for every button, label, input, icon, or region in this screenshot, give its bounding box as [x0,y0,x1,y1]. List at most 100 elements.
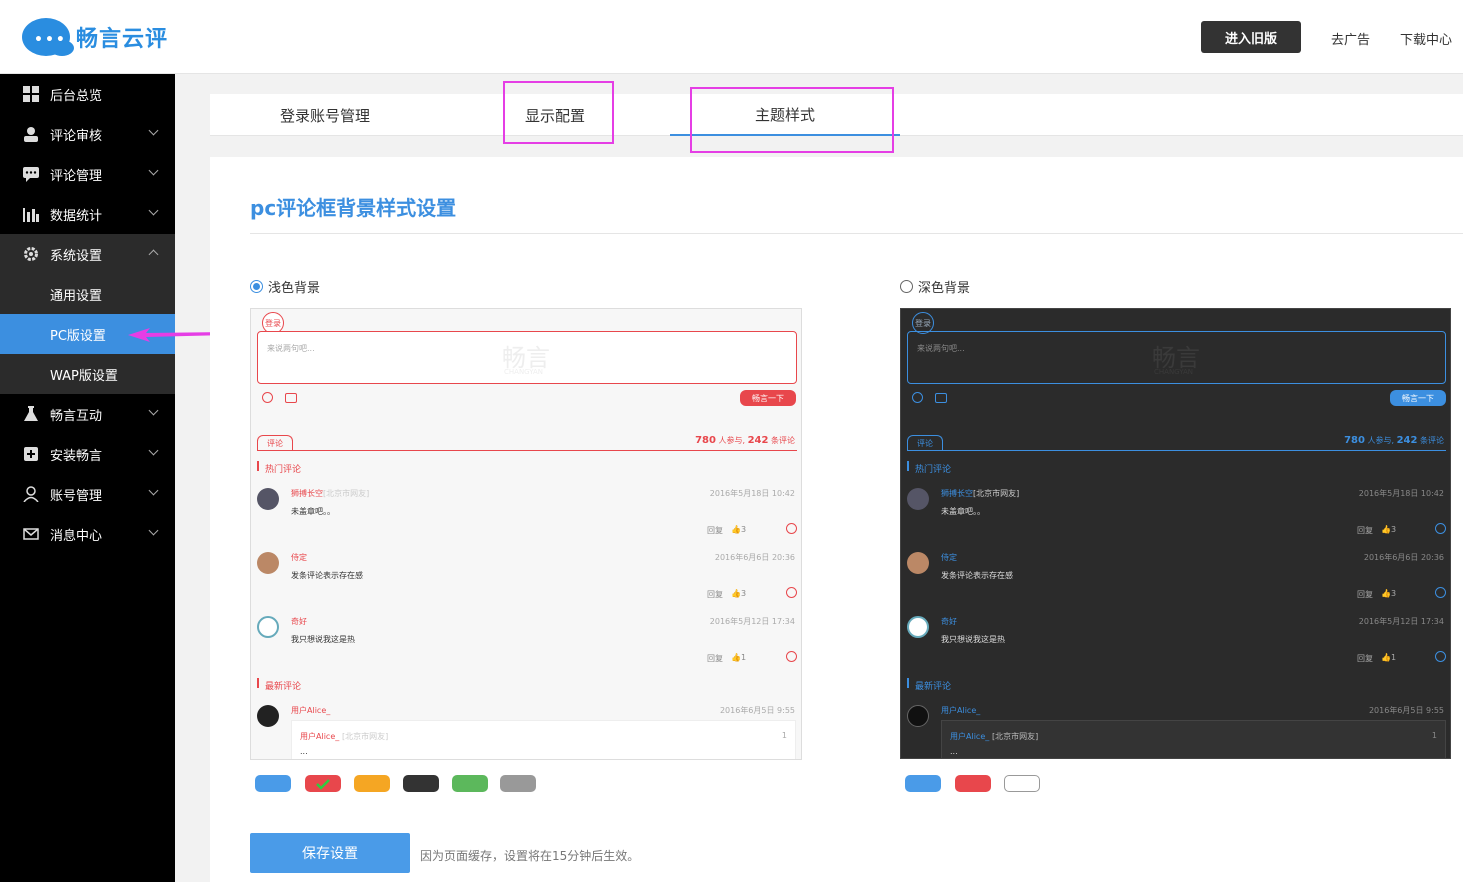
section-bar [907,461,909,471]
sidebar-item-label: 账号管理 [50,488,103,504]
swatch-blue[interactable] [905,775,941,792]
swatch-blue[interactable] [255,775,291,792]
radio-checked-icon [250,280,263,293]
sidebar-subitem-general[interactable]: 通用设置 [0,274,175,314]
divider [907,450,1446,451]
sidebar-item-review[interactable]: 评论审核 [0,114,175,154]
swatch-black[interactable] [403,775,439,792]
comment-time: 2016年5月18日 10:42 [1358,489,1444,498]
section-bar [907,678,909,688]
comment-location: [北京市网友] [973,489,1020,498]
avatar [257,616,279,638]
remove-ads-link[interactable]: 去广告 [1331,29,1370,48]
swatch-white[interactable] [1004,775,1040,792]
download-center-link[interactable]: 下载中心 [1400,29,1452,48]
logo-text: 畅言云评 [76,27,169,52]
avatar [907,705,929,727]
mail-icon [22,525,40,543]
share-icon [786,587,797,598]
comment-tab: 评论 [907,435,943,451]
avatar [257,705,279,727]
comment-textbox: 来说两句吧... 畅言 CHANGYAN [257,331,797,384]
sidebar-item-label: 后台总览 [50,88,103,104]
reply-number: 1 [1431,731,1437,740]
stats-text: 780 人参与, 242 条评论 [1344,435,1444,446]
user-icon [22,125,40,143]
like-count: 👍3 [1381,589,1397,598]
top-header: ••• 畅言云评 进入旧版 去广告 下载中心 [0,0,1463,74]
placeholder-text: 来说两句吧... [917,344,965,353]
sidebar-item-stats[interactable]: 数据统计 [0,194,175,234]
reply-action: 回复 [1357,590,1373,599]
check-icon [316,778,330,790]
login-text: 登录 [265,318,281,328]
reply-action: 回复 [1357,526,1373,535]
reply-number: 1 [781,731,787,740]
panel-title: pc评论框背景样式设置 [250,196,457,220]
swatch-orange[interactable] [354,775,390,792]
chevron-up-icon [148,249,159,260]
login-text: 登录 [915,318,931,328]
comment-user: 用户Alice_ [291,706,331,715]
swatch-green[interactable] [452,775,488,792]
image-icon [285,393,297,403]
sidebar: 后台总览 评论审核 评论管理 数据统计 系统设置 通用设置 PC版设置 WAP版… [0,74,175,882]
like-value: 3 [1390,589,1397,598]
gear-icon [22,245,40,263]
radio-unchecked-icon [900,280,913,293]
like-count: 👍3 [731,589,747,598]
enter-old-version-button[interactable]: 进入旧版 [1201,21,1301,53]
light-background-radio[interactable]: 浅色背景 [250,277,320,296]
submit-button: 畅言一下 [1390,390,1446,406]
swatch-gray[interactable] [500,775,536,792]
like-value: 1 [1390,653,1397,662]
share-icon [786,523,797,534]
changyan-logo[interactable]: ••• 畅言云评 [22,18,168,56]
sidebar-item-interaction[interactable]: 畅言互动 [0,394,175,434]
install-icon [22,445,40,463]
watermark-sub: CHANGYAN [504,368,544,376]
comment-time: 2016年6月6日 20:36 [1363,553,1444,562]
comment-text: 未盖章吧。。 [941,507,985,516]
sidebar-item-account[interactable]: 账号管理 [0,474,175,514]
section-bar [257,678,259,688]
image-icon [935,393,947,403]
sidebar-item-label: 评论管理 [50,168,103,184]
comment-text: 我只想说我这是热 [941,635,1005,644]
reply-box: 用户Alice_ [北京市网友] 1 ... [291,720,796,759]
comment-time: 2016年5月18日 10:42 [709,489,795,498]
sidebar-item-label: 评论审核 [50,128,103,144]
save-settings-button[interactable]: 保存设置 [250,833,410,873]
logo-dots: ••• [34,32,67,48]
comment-user: 侍定 [291,553,307,562]
comment-text: 发条评论表示存在感 [941,571,1013,580]
stats-label: 条评论 [771,436,795,445]
reply-user: 用户Alice_ [950,732,990,741]
chevron-down-icon [148,165,159,176]
dark-background-radio[interactable]: 深色背景 [900,277,970,296]
sidebar-item-overview[interactable]: 后台总览 [0,74,175,114]
participants-count: 780 [1344,435,1365,446]
sidebar-item-install[interactable]: 安装畅言 [0,434,175,474]
swatch-red[interactable] [305,775,341,792]
sidebar-item-comments[interactable]: 评论管理 [0,154,175,194]
comment-user: 用户Alice_ [941,706,981,715]
tab-login-account[interactable]: 登录账号管理 [210,94,440,136]
swatch-red[interactable] [955,775,991,792]
radio-label: 浅色背景 [268,281,321,296]
like-value: 3 [740,589,747,598]
bar-chart-icon [22,205,40,223]
share-icon [786,651,797,662]
chevron-down-icon [148,125,159,136]
reply-location: [北京市网友] [342,732,389,741]
comment-user: 奇好 [291,617,307,626]
submit-button: 畅言一下 [740,390,796,406]
like-value: 3 [1390,525,1397,534]
sidebar-item-messages[interactable]: 消息中心 [0,514,175,554]
comment-text: 发条评论表示存在感 [291,571,363,580]
reply-action: 回复 [707,654,723,663]
stats-text: 780 人参与, 242 条评论 [695,435,795,446]
sidebar-item-system-settings[interactable]: 系统设置 [0,234,175,274]
sidebar-subitem-wap[interactable]: WAP版设置 [0,354,175,394]
sidebar-item-label: 畅言互动 [50,408,103,424]
